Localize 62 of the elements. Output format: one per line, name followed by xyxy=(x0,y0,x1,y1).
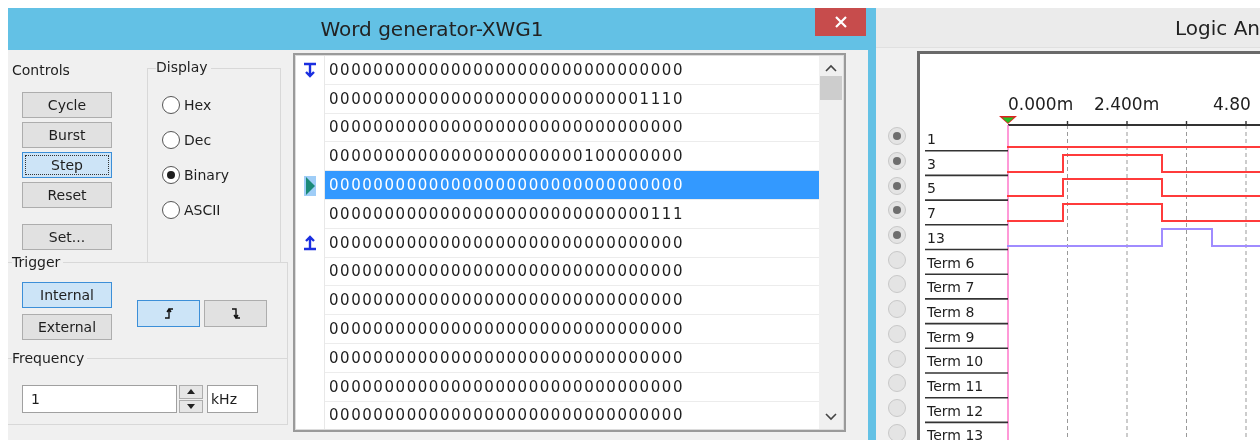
current-row-icon xyxy=(304,175,316,196)
close-icon xyxy=(834,16,847,28)
word-value[interactable]: 00000000000000000000000000000000 xyxy=(325,343,819,373)
word-value[interactable]: 00000000000000000000000000000000 xyxy=(325,56,819,85)
radio-button[interactable]: Dec xyxy=(162,129,280,150)
channel-label: 13 xyxy=(927,229,945,246)
channel-label: Term 9 xyxy=(927,328,975,345)
chevron-up-icon[interactable] xyxy=(825,64,837,72)
radio-button[interactable]: ASCII xyxy=(162,199,280,220)
word-value[interactable]: 00000000000000000000000000001110 xyxy=(325,84,819,114)
channel-label: Term 8 xyxy=(927,303,975,320)
up-arrow-icon xyxy=(187,389,195,395)
scroll-thumb[interactable] xyxy=(820,76,842,100)
unit-field[interactable]: kHz xyxy=(207,385,258,413)
chevron-down-icon[interactable] xyxy=(825,413,837,421)
down-arrow-icon xyxy=(187,403,195,409)
word-value[interactable]: 00000000000000000000000000000000 xyxy=(325,372,819,402)
cursor-line[interactable] xyxy=(1007,124,1009,440)
group-label: Display xyxy=(156,59,211,77)
word-value[interactable]: 00000000000000000000000000000000 xyxy=(325,228,819,258)
control-button[interactable]: Cycle xyxy=(22,92,112,118)
close-button[interactable] xyxy=(815,8,866,36)
channel-label: Term 7 xyxy=(927,279,975,296)
window-title: Word generator-XWG1 xyxy=(320,17,544,41)
down-arrow-icon xyxy=(303,62,317,79)
channel-label: 5 xyxy=(927,180,936,197)
word-value[interactable]: 00000000000000000000000000000000 xyxy=(325,315,819,344)
time-label: 0.000m xyxy=(1008,94,1074,114)
frequency-field[interactable]: 1 xyxy=(22,385,177,413)
channel-label: Term 13 xyxy=(927,427,984,440)
trigger-source-button[interactable]: Internal xyxy=(22,282,112,308)
channel-label: 3 xyxy=(927,155,936,172)
spin-control[interactable] xyxy=(179,385,203,413)
word-value[interactable]: 00000000000000000000000000000000 xyxy=(325,286,819,316)
group-label: Frequency xyxy=(12,350,88,368)
channel-label: Term 12 xyxy=(927,402,984,419)
word-value[interactable]: 00000000000000000000000000000111 xyxy=(325,200,819,229)
word-value[interactable]: 00000000000000000000000000000000 xyxy=(325,113,819,143)
edge-button[interactable] xyxy=(137,300,200,327)
radio-button[interactable]: Hex xyxy=(162,94,280,115)
channel-label: Term 6 xyxy=(927,254,975,271)
control-button[interactable]: Reset xyxy=(22,182,112,208)
channel-label: 7 xyxy=(927,205,936,222)
group-label: Trigger xyxy=(12,254,64,272)
edge-button[interactable] xyxy=(204,300,267,327)
control-button[interactable]: Step xyxy=(22,152,112,178)
word-value[interactable]: 00000000000000000000000000000000 xyxy=(325,257,819,287)
radio-button[interactable]: Binary xyxy=(162,164,280,185)
scrollbar[interactable] xyxy=(819,56,843,429)
channel-label: 1 xyxy=(927,131,936,147)
rising-edge-icon xyxy=(162,307,175,320)
window-title: Logic An xyxy=(1175,15,1260,40)
time-label: 4.80 xyxy=(1213,94,1251,114)
up-arrow-icon xyxy=(303,235,317,252)
control-button[interactable]: Burst xyxy=(22,122,112,148)
falling-edge-icon xyxy=(229,307,242,320)
time-label: 2.400m xyxy=(1094,94,1160,114)
trigger-source-button[interactable]: External xyxy=(22,314,112,340)
channel-label: Term 11 xyxy=(927,378,984,394)
trigger-marker-icon[interactable] xyxy=(999,116,1017,124)
control-button[interactable]: Set... xyxy=(22,224,112,250)
channel-label: Term 10 xyxy=(927,353,984,370)
